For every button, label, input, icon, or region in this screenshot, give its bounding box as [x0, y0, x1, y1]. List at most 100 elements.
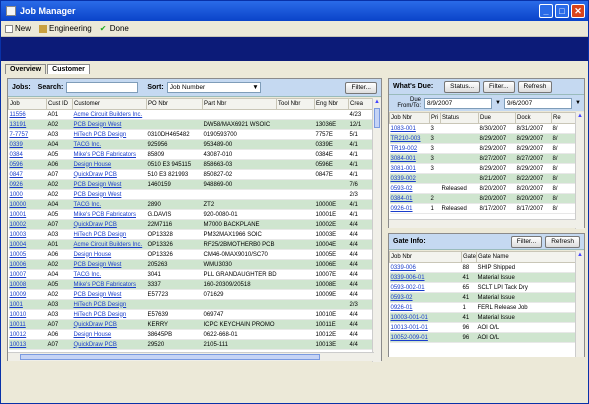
- table-cell[interactable]: TR210-003: [389, 133, 430, 144]
- table-row[interactable]: TR19-002 3 8/29/2007 8/29/2007 8/: [389, 143, 576, 154]
- table-cell[interactable]: 10052-009-01: [389, 332, 462, 343]
- gate-vscrollbar[interactable]: ▲: [575, 251, 584, 357]
- table-cell[interactable]: 3081-001: [389, 163, 430, 174]
- column-header[interactable]: Due: [478, 112, 516, 124]
- table-cell[interactable]: 0926-01: [389, 302, 462, 313]
- table-cell[interactable]: QuickDraw PCB: [72, 219, 147, 230]
- table-row[interactable]: 0596 A06 Design House 0510 E3 945115 858663-…: [8, 159, 374, 170]
- column-header[interactable]: Status: [440, 112, 479, 124]
- table-row[interactable]: 10008 A05 Mike's PCB Fabricators 3337 160-20…: [8, 279, 374, 290]
- table-cell[interactable]: 0593-002-01: [389, 282, 462, 293]
- table-cell[interactable]: Acme Circuit Builders Inc.: [72, 239, 147, 250]
- table-cell[interactable]: 0339-006: [389, 262, 462, 273]
- table-row[interactable]: 0339-002 8/21/2007 8/22/2007 8/: [389, 173, 576, 184]
- table-cell[interactable]: 10000: [8, 199, 47, 210]
- column-header[interactable]: Gate ID: [461, 251, 477, 263]
- table-cell[interactable]: 10002: [8, 219, 47, 230]
- table-cell[interactable]: PCB Design West: [72, 189, 147, 200]
- table-row[interactable]: 0926 A02 PCB Design West 1460159 948869-00 7/…: [8, 179, 374, 190]
- due-vscrollbar[interactable]: ▲: [575, 112, 584, 229]
- minimize-button[interactable]: _: [539, 4, 553, 18]
- done-button[interactable]: ✔ Done: [100, 24, 129, 33]
- table-cell[interactable]: PCB Design West: [72, 119, 147, 130]
- table-row[interactable]: 10001 A05 Mike's PCB Fabricators G.DAVIS 920…: [8, 209, 374, 220]
- table-cell[interactable]: 10013-001-01: [389, 322, 462, 333]
- table-cell[interactable]: 1001: [8, 299, 47, 310]
- to-date-field[interactable]: 9/6/2007: [503, 97, 572, 109]
- table-cell[interactable]: 1083-001: [389, 123, 430, 134]
- table-row[interactable]: 3081-001 3 8/29/2007 8/29/2007 8/: [389, 163, 576, 174]
- table-row[interactable]: TR210-003 3 8/29/2007 8/29/2007 8/: [389, 133, 576, 144]
- table-cell[interactable]: Acme Circuit Builders Inc.: [72, 109, 147, 120]
- jobs-vscrollbar[interactable]: ▲: [372, 98, 381, 362]
- table-cell[interactable]: 0339: [8, 139, 47, 150]
- table-row[interactable]: 0847 A07 QuickDraw PCB 510 E3 821993 850827-…: [8, 169, 374, 180]
- from-date-dropdown-icon[interactable]: ▼: [495, 100, 501, 106]
- maximize-button[interactable]: □: [555, 4, 569, 18]
- table-row[interactable]: 10003 A03 HiTech PCB Design OP13328 PM32MAX1…: [8, 229, 374, 240]
- tab-overview[interactable]: Overview: [5, 64, 47, 74]
- table-cell[interactable]: 0926: [8, 179, 47, 190]
- table-cell[interactable]: Mike's PCB Fabricators: [72, 149, 147, 160]
- column-header[interactable]: PO Nbr: [146, 98, 203, 110]
- column-header[interactable]: Tool Nbr: [276, 98, 315, 110]
- engineering-button[interactable]: Engineering: [39, 24, 92, 33]
- table-row[interactable]: 0384-01 2 8/20/2007 8/20/2007 8/: [389, 193, 576, 204]
- to-date-dropdown-icon[interactable]: ▼: [575, 100, 581, 106]
- table-cell[interactable]: PCB Design West: [72, 179, 147, 190]
- table-cell[interactable]: 11556: [8, 109, 47, 120]
- column-header[interactable]: Job Nbr: [389, 251, 462, 263]
- table-row[interactable]: 13191 A02 PCB Design West DW58/MAX6921 WSOI…: [8, 119, 374, 130]
- whats-due-filter-button[interactable]: Filter...: [483, 80, 515, 93]
- table-cell[interactable]: 1000: [8, 189, 47, 200]
- status-button[interactable]: Status...: [444, 80, 481, 93]
- table-row[interactable]: 10052-009-01 96 AOI O/L: [389, 332, 576, 343]
- table-row[interactable]: 11556 A01 Acme Circuit Builders Inc. 4/23: [8, 109, 374, 120]
- table-row[interactable]: 0339 A04 TACG Inc. 925956 953489-00 0339E 4/1: [8, 139, 374, 150]
- table-row[interactable]: 10002 A07 QuickDraw PCB 22M7116 M7000 BACKPL…: [8, 219, 374, 230]
- column-header[interactable]: Pri: [429, 112, 441, 124]
- table-row[interactable]: 10007 A04 TACG Inc. 3041 PLL GRANDAUGHTER BD…: [8, 269, 374, 280]
- table-row[interactable]: 0339-006 88 SHIP Shipped: [389, 262, 576, 273]
- table-cell[interactable]: 0384-01: [389, 193, 430, 204]
- scroll-up-icon[interactable]: ▲: [576, 251, 584, 260]
- due-hscrollbar[interactable]: [389, 219, 576, 228]
- table-cell[interactable]: QuickDraw PCB: [72, 169, 147, 180]
- table-cell[interactable]: 10004: [8, 239, 47, 250]
- table-cell[interactable]: HiTech PCB Design: [72, 309, 147, 320]
- scroll-thumb[interactable]: [374, 108, 380, 128]
- scroll-up-icon[interactable]: ▲: [373, 98, 381, 107]
- table-cell[interactable]: 10003: [8, 229, 47, 240]
- table-row[interactable]: 10011 A07 QuickDraw PCB KERRY ICPC KEYCHAIN …: [8, 319, 374, 330]
- table-cell[interactable]: 10011: [8, 319, 47, 330]
- table-row[interactable]: 0926-01 1 FERL Release Job: [389, 302, 576, 313]
- table-cell[interactable]: 10006: [8, 259, 47, 270]
- column-header[interactable]: Part Nbr: [202, 98, 277, 110]
- table-cell[interactable]: Mike's PCB Fabricators: [72, 279, 147, 290]
- column-header[interactable]: Job: [8, 98, 47, 110]
- search-input[interactable]: [66, 82, 139, 93]
- column-header[interactable]: Job Nbr: [389, 112, 430, 124]
- table-cell[interactable]: 0339-002: [389, 173, 430, 184]
- table-cell[interactable]: QuickDraw PCB: [72, 319, 147, 330]
- table-cell[interactable]: QuickDraw PCB: [72, 339, 147, 350]
- table-cell[interactable]: 10007: [8, 269, 47, 280]
- table-row[interactable]: 10013-001-01 96 AOI O/L: [389, 322, 576, 333]
- table-cell[interactable]: 10012: [8, 329, 47, 340]
- scroll-up-icon[interactable]: ▲: [576, 112, 584, 121]
- column-header[interactable]: Dock: [515, 112, 552, 124]
- column-header[interactable]: Customer: [72, 98, 147, 110]
- table-cell[interactable]: PCB Design West: [72, 289, 147, 300]
- table-cell[interactable]: TACG Inc.: [72, 269, 147, 280]
- whats-due-refresh-button[interactable]: Refresh: [517, 80, 553, 93]
- table-cell[interactable]: Design House: [72, 249, 147, 260]
- table-cell[interactable]: 10001: [8, 209, 47, 220]
- table-cell[interactable]: PCB Design West: [72, 259, 147, 270]
- table-row[interactable]: 10013 A07 QuickDraw PCB 29520 2105-111 10013E…: [8, 339, 374, 350]
- table-cell[interactable]: HiTech PCB Design: [72, 229, 147, 240]
- table-cell[interactable]: 7-7757: [8, 129, 47, 140]
- table-cell[interactable]: 0339-006-01: [389, 272, 462, 283]
- table-cell[interactable]: 10008: [8, 279, 47, 290]
- table-cell[interactable]: Mike's PCB Fabricators: [72, 209, 147, 220]
- table-cell[interactable]: 10009: [8, 289, 47, 300]
